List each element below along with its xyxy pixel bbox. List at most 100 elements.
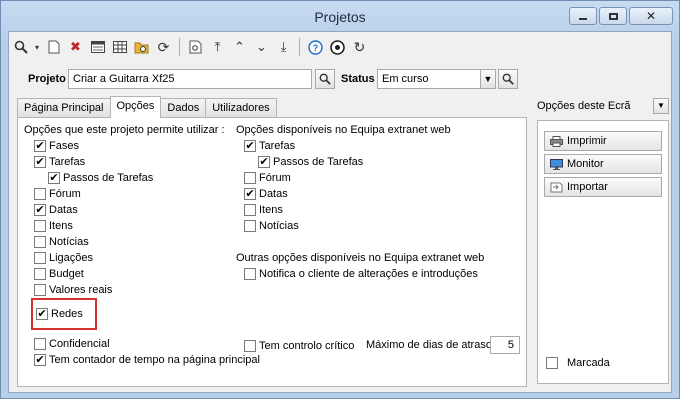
checkbox[interactable]: [34, 236, 46, 248]
monitor-icon: [549, 158, 563, 170]
checkbox-checked[interactable]: ✔: [34, 354, 46, 366]
checkbox-ligacoes[interactable]: Ligações: [34, 250, 93, 266]
dropdown-arrow-icon[interactable]: ▾: [33, 38, 41, 57]
chevron-down-icon: ▼: [483, 74, 493, 84]
label: Redes: [51, 308, 83, 320]
side-header-label: Opções deste Ecrã: [537, 99, 631, 112]
label: Passos de Tarefas: [63, 172, 154, 184]
checkbox-checked[interactable]: ✔: [34, 140, 46, 152]
reload-icon[interactable]: ↻: [350, 38, 369, 57]
checkbox-fases[interactable]: ✔ Fases: [34, 138, 79, 154]
checkbox-ext-tarefas[interactable]: ✔ Tarefas: [244, 138, 295, 154]
checkbox[interactable]: [244, 172, 256, 184]
max-dias-label: Máximo de dias de atraso: [366, 339, 492, 351]
side-header[interactable]: Opções deste Ecrã ▼: [537, 96, 669, 115]
checkbox-itens[interactable]: Itens: [34, 218, 73, 234]
web-icon[interactable]: [328, 38, 347, 57]
checkbox-passos-de-tarefas[interactable]: ✔ Passos de Tarefas: [48, 170, 153, 186]
checkbox-checked[interactable]: ✔: [48, 172, 60, 184]
checkbox-ext-itens[interactable]: Itens: [244, 202, 283, 218]
checkbox[interactable]: [34, 220, 46, 232]
close-button[interactable]: ✕: [629, 7, 673, 25]
refresh-icon[interactable]: ⟳: [154, 38, 173, 57]
checkbox-ext-passos-de-tarefas[interactable]: ✔ Passos de Tarefas: [258, 154, 363, 170]
other-options-heading: Outras opções disponíveis no Equipa extr…: [236, 252, 485, 264]
checkbox-ext-noticias[interactable]: Notícias: [244, 218, 299, 234]
checkbox[interactable]: [34, 252, 46, 264]
tab-opcoes[interactable]: Opções: [109, 96, 162, 118]
search-icon[interactable]: [11, 38, 30, 57]
first-record-icon[interactable]: ⤒: [208, 38, 227, 57]
checkbox-checked[interactable]: ✔: [258, 156, 270, 168]
side-dropdown-button[interactable]: ▼: [653, 97, 669, 114]
minimize-icon: [579, 18, 587, 20]
tab-dados[interactable]: Dados: [160, 98, 207, 117]
delete-icon[interactable]: ✖: [66, 38, 85, 57]
checkbox[interactable]: [244, 268, 256, 280]
status-search-button[interactable]: [498, 69, 518, 89]
checkbox-noticias[interactable]: Notícias: [34, 234, 89, 250]
side-panel: Opções deste Ecrã ▼ Imprimir Monitor Imp…: [537, 96, 669, 384]
checkbox-ext-forum[interactable]: Fórum: [244, 170, 291, 186]
checkbox[interactable]: [34, 284, 46, 296]
max-dias-input[interactable]: 5: [490, 336, 520, 354]
checkbox-budget[interactable]: Budget: [34, 266, 84, 282]
checkbox[interactable]: [34, 268, 46, 280]
checkbox[interactable]: [34, 188, 46, 200]
search-icon: [502, 73, 514, 85]
label: Notícias: [49, 236, 89, 248]
status-dropdown-button[interactable]: ▼: [480, 69, 496, 89]
list-view-icon[interactable]: [88, 38, 107, 57]
tab-pagina-principal[interactable]: Página Principal: [17, 98, 111, 117]
last-record-icon[interactable]: ⤓: [274, 38, 293, 57]
checkbox-forum[interactable]: Fórum: [34, 186, 81, 202]
project-search-button[interactable]: [315, 69, 335, 89]
search-icon: [319, 73, 331, 85]
status-select[interactable]: Em curso: [377, 69, 481, 89]
checkbox-checked[interactable]: ✔: [34, 204, 46, 216]
checkbox-confidencial[interactable]: Confidencial: [34, 336, 110, 352]
folder-search-icon[interactable]: [132, 38, 151, 57]
checkbox-contador-tempo[interactable]: ✔ Tem contador de tempo na página princip…: [34, 352, 260, 368]
checkbox-redes[interactable]: ✔ Redes: [36, 306, 83, 322]
checkbox[interactable]: [34, 338, 46, 350]
table-view-icon[interactable]: [110, 38, 129, 57]
importar-button[interactable]: Importar: [544, 177, 662, 197]
checkbox[interactable]: [244, 340, 256, 352]
checkbox-ext-datas[interactable]: ✔ Datas: [244, 186, 288, 202]
checkbox-tarefas[interactable]: ✔ Tarefas: [34, 154, 85, 170]
next-record-icon[interactable]: ⌄: [252, 38, 271, 57]
options-panel: Opções que este projeto permite utilizar…: [17, 117, 527, 387]
chevron-down-icon: ▼: [657, 101, 665, 110]
tab-utilizadores[interactable]: Utilizadores: [205, 98, 277, 117]
checkbox-checked[interactable]: ✔: [36, 308, 48, 320]
label: Marcada: [567, 357, 610, 369]
label: Fórum: [49, 188, 81, 200]
title-bar[interactable]: Projetos ✕: [1, 1, 679, 31]
checkbox-valores-reais[interactable]: Valores reais: [34, 282, 112, 298]
minimize-button[interactable]: [569, 7, 597, 25]
monitor-button[interactable]: Monitor: [544, 154, 662, 174]
svg-text:?: ?: [313, 43, 319, 53]
checkbox-datas[interactable]: ✔ Datas: [34, 202, 78, 218]
help-icon[interactable]: ?: [306, 38, 325, 57]
new-document-icon[interactable]: [44, 38, 63, 57]
checkbox-checked[interactable]: ✔: [244, 188, 256, 200]
checkbox-checked[interactable]: ✔: [244, 140, 256, 152]
checkbox-notifica-cliente[interactable]: Notifica o cliente de alterações e intro…: [244, 266, 478, 282]
project-field[interactable]: Criar a Guitarra Xf25: [68, 69, 312, 89]
checkbox[interactable]: [546, 357, 558, 369]
label: Tem contador de tempo na página principa…: [49, 354, 260, 366]
prev-record-icon[interactable]: ⌃: [230, 38, 249, 57]
maximize-button[interactable]: [599, 7, 627, 25]
checkbox[interactable]: [244, 220, 256, 232]
imprimir-button[interactable]: Imprimir: [544, 131, 662, 151]
checkbox[interactable]: [244, 204, 256, 216]
print-preview-icon[interactable]: [186, 38, 205, 57]
checkbox-controlo-critico[interactable]: Tem controlo crítico: [244, 338, 354, 354]
checkbox-marcada[interactable]: Marcada: [546, 355, 610, 371]
label: Notícias: [259, 220, 299, 232]
label: Ligações: [49, 252, 94, 264]
import-icon: [549, 181, 563, 193]
checkbox-checked[interactable]: ✔: [34, 156, 46, 168]
